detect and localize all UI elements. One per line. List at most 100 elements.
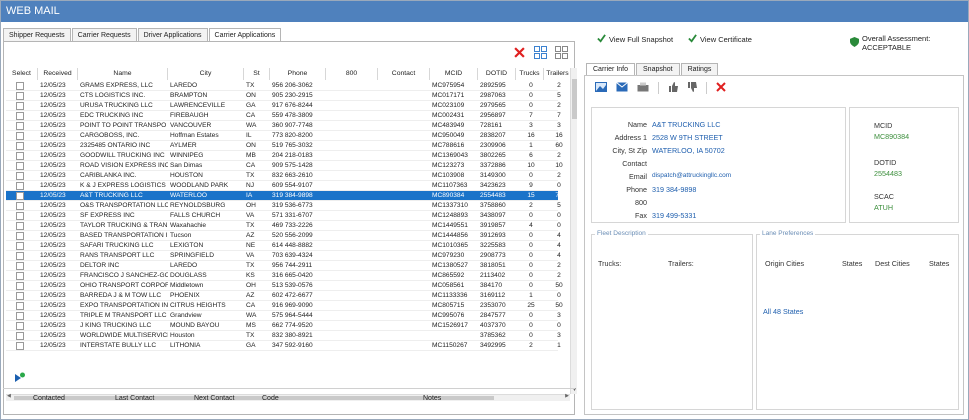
thumbs-down-icon[interactable] xyxy=(687,82,697,94)
table-row[interactable]: 12/05/23 2325485 ONTARIO INC AYLMER ON 519 7… xyxy=(6,141,563,151)
column-header-phone[interactable]: Phone xyxy=(270,68,326,80)
column-header-trailers[interactable]: Trailers xyxy=(544,68,572,80)
column-header-dotid[interactable]: DOTID xyxy=(478,68,516,80)
table-row[interactable]: 12/05/23 TRIPLE M TRANSPORT LLC Grandview W… xyxy=(6,311,561,321)
table-row[interactable]: 12/05/23 GOODWILL TRUCKING INC WINNIPEG MB 2… xyxy=(6,151,561,161)
row-select-checkbox[interactable] xyxy=(16,182,24,190)
table-row[interactable]: 12/05/23 OHIO TRANSPORT CORPOF Middletown O… xyxy=(6,281,563,291)
row-select-checkbox[interactable] xyxy=(16,232,24,240)
column-header-state[interactable]: St xyxy=(244,68,270,80)
table-row[interactable]: 12/05/23 SAFARI TRUCKING LLC LEXIGTON NE 614… xyxy=(6,241,561,251)
image-icon[interactable] xyxy=(595,82,607,94)
table-row[interactable]: 12/05/23 GRAMS EXPRESS, LLC LAREDO TX 956 20… xyxy=(6,81,561,91)
tab-carrier-requests[interactable]: Carrier Requests xyxy=(71,28,137,42)
column-header-contact[interactable]: Contact xyxy=(378,68,430,80)
thumbs-up-icon[interactable] xyxy=(668,82,678,94)
dest-cities-header: Dest Cities xyxy=(875,259,910,268)
column-header-trucks[interactable]: Trucks xyxy=(516,68,544,80)
table-row[interactable]: 12/05/23 A&T TRUCKING LLC WATERLOO IA 319 38… xyxy=(6,191,563,201)
table-row[interactable]: 12/05/23 BASED TRANSPORTATION I Tucson AZ 52… xyxy=(6,231,561,241)
table-row[interactable]: 12/05/23 FRANCISCO J SANCHEZ-GO DOUGLASS KS… xyxy=(6,271,561,281)
add-contact-icon[interactable] xyxy=(14,372,26,386)
cell-contact xyxy=(378,291,430,301)
row-select-checkbox[interactable] xyxy=(16,132,24,140)
row-select-checkbox[interactable] xyxy=(16,272,24,280)
table-row[interactable]: 12/05/23 BARREDA J & M TOW LLC PHOENIX AZ 60… xyxy=(6,291,561,301)
row-select-checkbox[interactable] xyxy=(16,282,24,290)
row-select-checkbox[interactable] xyxy=(16,322,24,330)
delete-icon[interactable] xyxy=(514,47,525,60)
row-select-checkbox[interactable] xyxy=(16,212,24,220)
row-select-checkbox[interactable] xyxy=(16,82,24,90)
column-header-select[interactable]: Select xyxy=(6,68,38,80)
view-certificate-button[interactable]: View Certificate xyxy=(688,34,752,45)
cell-phone: 614 448-8882 xyxy=(272,242,313,249)
cell-contact xyxy=(378,221,430,231)
table-row[interactable]: 12/05/23 WORLDWIDE MULTISERVICE Houston TX 8… xyxy=(6,331,561,341)
row-select-checkbox[interactable] xyxy=(16,122,24,130)
cell-trailers: 2 xyxy=(557,152,561,159)
cell-mcid: MC890384 xyxy=(432,192,465,199)
row-select-checkbox[interactable] xyxy=(16,102,24,110)
row-select-checkbox[interactable] xyxy=(16,332,24,340)
table-row[interactable]: 12/05/23 K & J EXPRESS LOGISTICS L WOODLAN… xyxy=(6,181,561,191)
row-select-checkbox[interactable] xyxy=(16,262,24,270)
cell-trucks: 0 xyxy=(529,212,533,219)
table-row[interactable]: 12/05/23 CTS LOGISTICS INC. BRAMPTON ON 905 … xyxy=(6,91,561,101)
cell-trucks: 16 xyxy=(527,132,535,139)
cell-dotid: 3818051 xyxy=(480,262,506,269)
cell-mcid xyxy=(430,331,478,341)
row-select-checkbox[interactable] xyxy=(16,172,24,180)
table-row[interactable]: 12/05/23 O&S TRANSPORTATION LLC REYNOLDSBU… xyxy=(6,201,561,211)
table-row[interactable]: 12/05/23 EDC TRUCKING INC FIREBAUGH CA 559 4… xyxy=(6,111,561,121)
row-select-checkbox[interactable] xyxy=(16,222,24,230)
table-row[interactable]: 12/05/23 URUSA TRUCKING LLC LAWRENCEVILLE G… xyxy=(6,101,561,111)
row-select-checkbox[interactable] xyxy=(16,152,24,160)
row-select-checkbox[interactable] xyxy=(16,252,24,260)
view-snapshot-button[interactable]: View Full Snapshot xyxy=(597,34,673,45)
tab-shipper-requests[interactable]: Shipper Requests xyxy=(3,28,71,42)
row-select-checkbox[interactable] xyxy=(16,302,24,310)
table-row[interactable]: 12/05/23 RANS TRANSPORT LLC SPRINGFIELD VA 7… xyxy=(6,251,561,261)
remove-icon[interactable] xyxy=(716,82,726,94)
row-select-checkbox[interactable] xyxy=(16,242,24,250)
column-header-city[interactable]: City xyxy=(168,68,244,80)
tab-driver-applications[interactable]: Driver Applications xyxy=(137,28,208,42)
cell-phone: 602 472-6677 xyxy=(272,292,313,299)
row-select-checkbox[interactable] xyxy=(16,312,24,320)
table-row[interactable]: 12/05/23 DELTOR INC LAREDO TX 956 744-2911 MC… xyxy=(6,261,561,271)
column-header-received[interactable]: Received xyxy=(38,68,78,80)
row-select-checkbox[interactable] xyxy=(16,92,24,100)
fleet-description-section: Fleet Description Trucks: Trailers: xyxy=(591,230,753,410)
table-row[interactable]: 12/05/23 SF EXPRESS INC FALLS CHURCH VA 571 … xyxy=(6,211,561,221)
cell-contact xyxy=(378,201,430,211)
row-select-checkbox[interactable] xyxy=(16,112,24,120)
table-row[interactable]: 12/05/23 EXPO TRANSPORTATION IN CITRUS HEI… xyxy=(6,301,563,311)
carrier-email[interactable]: dispatch@attruckingllc.com xyxy=(652,172,731,179)
row-select-checkbox[interactable] xyxy=(16,142,24,150)
vertical-scrollbar[interactable]: ▼ xyxy=(570,68,577,394)
grid-view-icon[interactable] xyxy=(534,46,547,61)
fax-icon[interactable] xyxy=(637,82,649,94)
column-header-toll-free[interactable]: 800 xyxy=(326,68,378,80)
table-row[interactable]: 12/05/23 CARGOBOSS, INC. Hoffman Estates IL… xyxy=(6,131,563,141)
row-select-checkbox[interactable] xyxy=(16,162,24,170)
row-select-checkbox[interactable] xyxy=(16,202,24,210)
table-row[interactable]: 12/05/23 CARIBLANKA INC. HOUSTON TX 832 663-… xyxy=(6,171,561,181)
row-select-checkbox[interactable] xyxy=(16,192,24,200)
table-row[interactable]: 12/05/23 POINT TO POINT TRANSPO VANCOUVER W… xyxy=(6,121,561,131)
cell-toll-free xyxy=(326,211,378,221)
cell-phone: 832 380-8921 xyxy=(272,332,313,339)
email-icon[interactable] xyxy=(616,82,628,94)
cell-state: NE xyxy=(246,242,256,249)
column-header-mcid[interactable]: MCID xyxy=(430,68,478,80)
row-select-checkbox[interactable] xyxy=(16,292,24,300)
cell-trucks: 0 xyxy=(529,262,533,269)
table-row[interactable]: 12/05/23 ROAD VISION EXPRESS INC San Dimas… xyxy=(6,161,563,171)
table-row[interactable]: 12/05/23 INTERSTATE BULLY LLC LITHONIA GA 34… xyxy=(6,341,561,351)
tile-view-icon[interactable] xyxy=(555,46,568,61)
column-header-name[interactable]: Name xyxy=(78,68,168,80)
table-row[interactable]: 12/05/23 TAYLOR TRUCKING & TRAN Waxahachie… xyxy=(6,221,561,231)
table-row[interactable]: 12/05/23 J KING TRUCKING LLC MOUND BAYOU MS… xyxy=(6,321,561,331)
row-select-checkbox[interactable] xyxy=(16,342,24,350)
